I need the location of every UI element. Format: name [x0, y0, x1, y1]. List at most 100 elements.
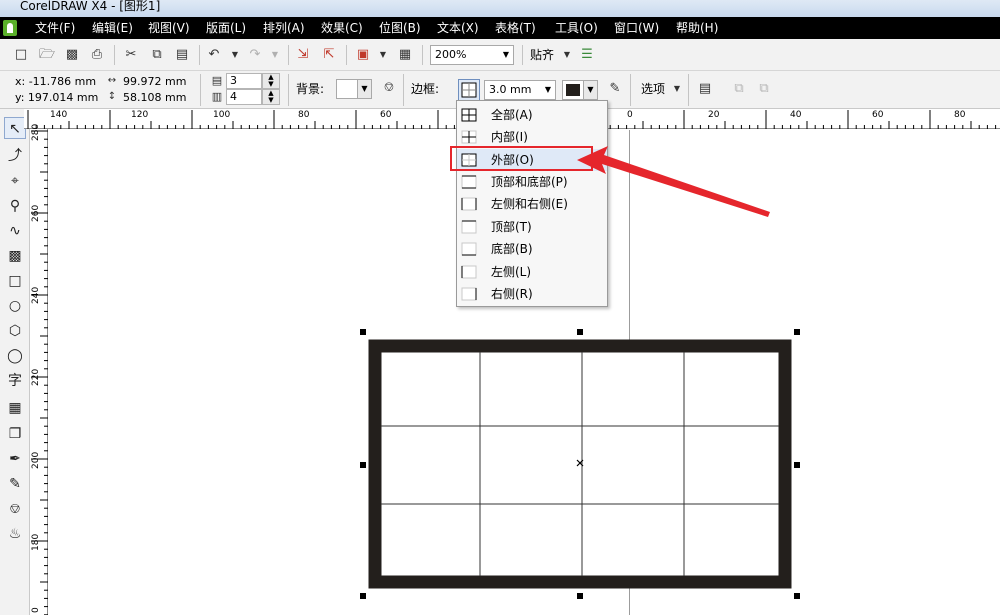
menu-view[interactable]: 视图(V)	[148, 17, 190, 39]
border-menu-label: 底部(B)	[491, 242, 533, 256]
shape-tool-icon[interactable]: ⤴	[4, 145, 26, 167]
undo-icon[interactable]: ↶	[205, 46, 223, 64]
table-outer-border[interactable]	[368, 339, 792, 589]
import-icon[interactable]: ⇲	[294, 46, 312, 64]
ruler-tick-label: 200	[31, 451, 41, 469]
redo-dropdown-icon[interactable]: ▼	[266, 46, 284, 64]
pick-tool-icon[interactable]: ↖	[4, 117, 26, 139]
options-dropdown-icon[interactable]: ▼	[668, 80, 686, 98]
border-width-combo[interactable]: 3.0 mm ▼	[484, 80, 556, 100]
text-wrap-icon[interactable]: ▤	[696, 80, 714, 98]
cut-icon[interactable]: ✂	[122, 46, 140, 64]
menu-file[interactable]: 文件(F)	[35, 17, 75, 39]
ellipse-tool-icon[interactable]: ○	[4, 295, 26, 317]
x-position-field[interactable]: x: -11.786 mm	[15, 75, 96, 89]
snap-to-label[interactable]: 贴齐	[530, 48, 554, 62]
application-launcher-icon[interactable]: ▣	[354, 46, 372, 64]
polygon-tool-icon[interactable]: ⬡	[4, 320, 26, 342]
ruler-tick-label: 180	[31, 533, 41, 551]
freehand-tool-icon[interactable]: ∿	[4, 220, 26, 242]
new-document-icon[interactable]: □	[12, 46, 30, 64]
paste-icon[interactable]: ▤	[173, 46, 191, 64]
chevron-down-icon: ▼	[357, 80, 371, 98]
toolbar-separator	[522, 45, 523, 65]
undo-dropdown-icon[interactable]: ▼	[226, 46, 244, 64]
save-icon[interactable]: ▩	[63, 46, 81, 64]
border-color-picker[interactable]: ▼	[562, 80, 598, 100]
zoom-level-value: 200%	[435, 48, 467, 61]
basic-shapes-tool-icon[interactable]: ◯	[4, 345, 26, 367]
redo-icon[interactable]: ↷	[246, 46, 264, 64]
interactive-fill-tool-icon[interactable]: ♨	[4, 523, 26, 545]
merge-cells-icon[interactable]: ⧉	[730, 80, 748, 98]
crop-tool-icon[interactable]: ⌖	[4, 170, 26, 192]
zoom-tool-icon[interactable]: ⚲	[4, 195, 26, 217]
rows-spinner[interactable]: ▲ ▼	[262, 73, 280, 89]
ruler-tick-label: 220	[31, 368, 41, 386]
text-tool-icon[interactable]: 字	[4, 370, 26, 392]
border-menu-item-bottom[interactable]: 底部(B)	[457, 238, 607, 260]
pen-outline-icon[interactable]: ✎	[606, 80, 624, 98]
border-menu-item-top-bottom[interactable]: 顶部和底部(P)	[457, 171, 607, 193]
launcher-dropdown-icon[interactable]: ▼	[374, 46, 392, 64]
toolbar-separator	[200, 74, 201, 106]
vertical-ruler[interactable]: 280 260 240 220 200 180 0	[30, 124, 48, 615]
border-menu-item-all[interactable]: 全部(A)	[457, 104, 607, 126]
menu-effects[interactable]: 效果(C)	[321, 17, 363, 39]
chevron-down-icon: ▼	[583, 81, 597, 99]
menu-arrange[interactable]: 排列(A)	[263, 17, 305, 39]
grid-top-icon	[461, 220, 477, 234]
copy-icon[interactable]: ⧉	[148, 46, 166, 64]
chevron-down-icon: ▼	[544, 85, 552, 94]
open-folder-icon[interactable]: 🗁	[38, 46, 56, 64]
border-menu-item-right[interactable]: 右侧(R)	[457, 283, 607, 305]
export-icon[interactable]: ⇱	[320, 46, 338, 64]
object-width-field[interactable]: 99.972 mm	[123, 75, 186, 89]
toolbar-separator	[688, 74, 689, 106]
eyedropper-tool-icon[interactable]: ✒	[4, 448, 26, 470]
options-gear-icon[interactable]: ☰	[578, 46, 596, 64]
menu-help[interactable]: 帮助(H)	[676, 17, 718, 39]
border-selection-button[interactable]	[458, 79, 480, 101]
menu-text[interactable]: 文本(X)	[437, 17, 479, 39]
smart-fill-tool-icon[interactable]: ▩	[4, 245, 26, 267]
toolbar-separator	[199, 45, 200, 65]
object-height-field[interactable]: 58.108 mm	[123, 91, 186, 105]
outline-tool-icon[interactable]: ✎	[4, 473, 26, 495]
interactive-blend-tool-icon[interactable]: ❐	[4, 423, 26, 445]
welcome-screen-icon[interactable]: ▦	[396, 46, 414, 64]
menu-window[interactable]: 窗口(W)	[614, 17, 659, 39]
y-position-field[interactable]: y: 197.014 mm	[15, 91, 98, 105]
ruler-tick-label: 280	[31, 123, 41, 141]
menu-bitmaps[interactable]: 位图(B)	[379, 17, 421, 39]
menu-edit[interactable]: 编辑(E)	[92, 17, 133, 39]
split-cells-icon[interactable]: ⧉	[755, 80, 773, 98]
grid-bottom-icon	[461, 242, 477, 256]
menu-tools[interactable]: 工具(O)	[555, 17, 598, 39]
fill-tool-icon[interactable]: ⎊	[4, 498, 26, 520]
border-menu-item-left[interactable]: 左侧(L)	[457, 261, 607, 283]
columns-input[interactable]: 4	[226, 89, 262, 105]
background-color-picker[interactable]: ▼	[336, 79, 372, 99]
fill-bucket-icon[interactable]: ⎊	[380, 79, 398, 97]
border-menu-item-top[interactable]: 顶部(T)	[457, 216, 607, 238]
menu-layout[interactable]: 版面(L)	[206, 17, 246, 39]
rows-input[interactable]: 3	[226, 73, 262, 89]
rectangle-tool-icon[interactable]: □	[4, 270, 26, 292]
zoom-level-combo[interactable]: 200% ▼	[430, 45, 514, 65]
grid-all-icon	[461, 108, 477, 122]
ruler-tick-label: 60	[872, 110, 884, 120]
grid-inside-icon	[461, 130, 477, 144]
toolbar-separator	[422, 45, 423, 65]
border-menu-item-inside[interactable]: 内部(I)	[457, 126, 607, 148]
annotation-highlight-box	[450, 146, 593, 171]
snap-dropdown-icon[interactable]: ▼	[558, 46, 576, 64]
table-tool-icon[interactable]: ▦	[4, 397, 26, 419]
menu-table[interactable]: 表格(T)	[495, 17, 536, 39]
border-menu-item-left-right[interactable]: 左侧和右侧(E)	[457, 193, 607, 215]
options-label[interactable]: 选项	[641, 82, 665, 96]
border-width-value: 3.0 mm	[489, 83, 532, 96]
columns-spinner[interactable]: ▲ ▼	[262, 89, 280, 105]
coreldraw-app-icon[interactable]	[3, 20, 17, 36]
print-icon[interactable]: ⎙	[88, 46, 106, 64]
